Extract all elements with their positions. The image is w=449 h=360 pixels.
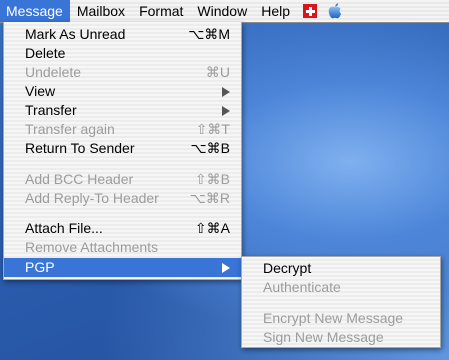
menu-item-label: Transfer again (25, 121, 115, 137)
submenu-item-authenticate: Authenticate (242, 278, 440, 297)
menu-item-label: Add BCC Header (25, 171, 134, 187)
submenu-arrow-icon (222, 106, 230, 116)
menu-item-mark-as-unread[interactable]: Mark As Unread ⌥⌘M (4, 25, 241, 44)
message-menu: Mark As Unread ⌥⌘M Delete Undelete ⌘U Vi… (3, 22, 242, 280)
menu-item-label: Decrypt (263, 260, 312, 276)
menu-item-shortcut: ⇧⌘T (195, 121, 230, 137)
swiss-flag-icon[interactable] (303, 4, 317, 18)
menu-item-shortcut: ⌥⌘R (189, 190, 230, 206)
menu-item-transfer[interactable]: Transfer (4, 101, 241, 120)
menu-item-attach-file[interactable]: Attach File... ⇧⌘A (4, 219, 241, 238)
menu-window[interactable]: Window (190, 0, 254, 22)
menu-item-label: Remove Attachments (25, 239, 159, 255)
menu-message[interactable]: Message (0, 0, 70, 22)
menu-item-label: Transfer (25, 102, 77, 118)
menu-item-label: Return To Sender (25, 140, 135, 156)
menu-item-label: Delete (25, 45, 66, 61)
menu-item-label: Mark As Unread (25, 26, 126, 42)
menu-item-pgp[interactable]: PGP (4, 258, 241, 277)
menu-bar: Message Mailbox Format Window Help (0, 0, 449, 23)
submenu-item-encrypt-new-message: Encrypt New Message (242, 309, 440, 328)
menu-item-undelete: Undelete ⌘U (4, 63, 241, 82)
menu-item-label: Undelete (25, 64, 82, 80)
menu-item-shortcut: ⌥⌘B (190, 140, 230, 156)
submenu-item-decrypt[interactable]: Decrypt (242, 259, 440, 278)
menu-item-remove-attachments: Remove Attachments (4, 238, 241, 257)
submenu-arrow-icon (222, 87, 230, 97)
menu-help[interactable]: Help (254, 0, 297, 22)
menu-item-transfer-again: Transfer again ⇧⌘T (4, 120, 241, 139)
menu-item-shortcut: ⌥⌘M (188, 26, 230, 42)
menu-item-shortcut: ⌘U (205, 64, 230, 80)
menu-item-label: PGP (25, 259, 55, 275)
menu-item-label: View (25, 83, 56, 99)
submenu-arrow-icon (222, 263, 230, 273)
submenu-item-sign-new-message: Sign New Message (242, 328, 440, 347)
menu-item-return-to-sender[interactable]: Return To Sender ⌥⌘B (4, 139, 241, 158)
menu-item-label: Authenticate (263, 279, 341, 295)
menu-item-label: Attach File... (25, 220, 103, 236)
menu-item-shortcut: ⇧⌘B (194, 171, 230, 187)
menu-item-view[interactable]: View (4, 82, 241, 101)
menu-item-label: Sign New Message (263, 329, 384, 345)
menu-item-shortcut: ⇧⌘A (194, 220, 230, 236)
menu-format[interactable]: Format (132, 0, 190, 22)
pgp-submenu: Decrypt Authenticate Encrypt New Message… (241, 256, 441, 348)
menu-item-label: Encrypt New Message (263, 310, 404, 326)
apple-icon[interactable] (327, 2, 343, 20)
menu-mailbox[interactable]: Mailbox (70, 0, 132, 22)
menu-item-label: Add Reply-To Header (25, 190, 159, 206)
menu-item-add-reply-to-header: Add Reply-To Header ⌥⌘R (4, 189, 241, 208)
menu-item-delete[interactable]: Delete (4, 44, 241, 63)
menu-item-add-bcc-header: Add BCC Header ⇧⌘B (4, 170, 241, 189)
